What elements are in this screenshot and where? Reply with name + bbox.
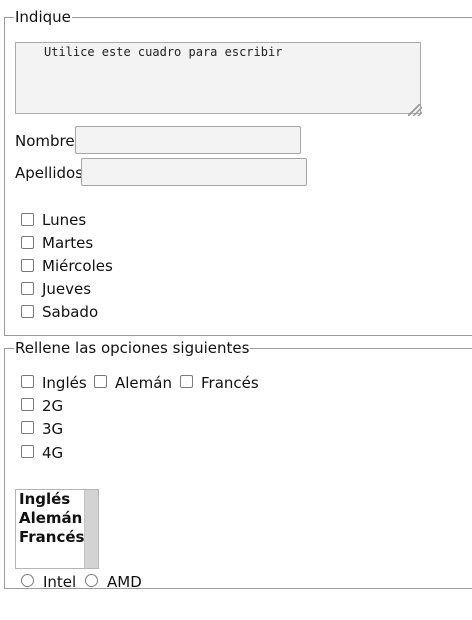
listbox-scrollbar[interactable] — [84, 490, 98, 568]
radio-intel[interactable] — [21, 574, 34, 587]
language-label: Inglés — [42, 374, 87, 392]
network-label: 2G — [42, 397, 64, 415]
network-label: 3G — [42, 420, 64, 438]
indique-fieldset: Indique Utilice este cuadro para escribi… — [4, 8, 472, 336]
processor-label: Intel — [43, 573, 77, 591]
day-label: Jueves — [42, 280, 92, 298]
checkbox-aleman[interactable] — [94, 375, 107, 388]
checkbox-ingles[interactable] — [21, 375, 34, 388]
language-label: Alemán — [115, 374, 172, 392]
checkbox-martes[interactable] — [21, 236, 34, 249]
checkbox-sabado[interactable] — [21, 305, 34, 318]
day-label: Martes — [42, 234, 94, 252]
comments-textarea[interactable]: Utilice este cuadro para escribir — [15, 42, 421, 114]
apellidos-label: Apellidos — [15, 164, 84, 182]
checkbox-frances[interactable] — [180, 375, 193, 388]
resize-grip-icon[interactable] — [408, 104, 422, 116]
radio-amd[interactable] — [85, 574, 98, 587]
checkbox-jueves[interactable] — [21, 282, 34, 295]
apellidos-input[interactable] — [81, 158, 307, 186]
network-label: 4G — [42, 444, 64, 462]
checkbox-lunes[interactable] — [21, 213, 34, 226]
checkbox-4g[interactable] — [21, 445, 34, 458]
processor-label: AMD — [107, 573, 142, 591]
day-label: Lunes — [42, 211, 87, 229]
nombre-label: Nombre — [15, 132, 75, 150]
day-label: Sabado — [42, 303, 99, 321]
language-label: Francés — [201, 374, 259, 392]
options-fieldset: Rellene las opciones siguientes Inglés A… — [4, 339, 472, 591]
day-label: Miércoles — [42, 257, 113, 275]
options-legend: Rellene las opciones siguientes — [15, 339, 250, 357]
indique-legend: Indique — [15, 8, 71, 26]
nombre-input[interactable] — [75, 126, 301, 154]
checkbox-miercoles[interactable] — [21, 259, 34, 272]
language-listbox[interactable]: Inglés Alemán Francés — [15, 489, 99, 569]
checkbox-3g[interactable] — [21, 421, 34, 434]
checkbox-2g[interactable] — [21, 398, 34, 411]
